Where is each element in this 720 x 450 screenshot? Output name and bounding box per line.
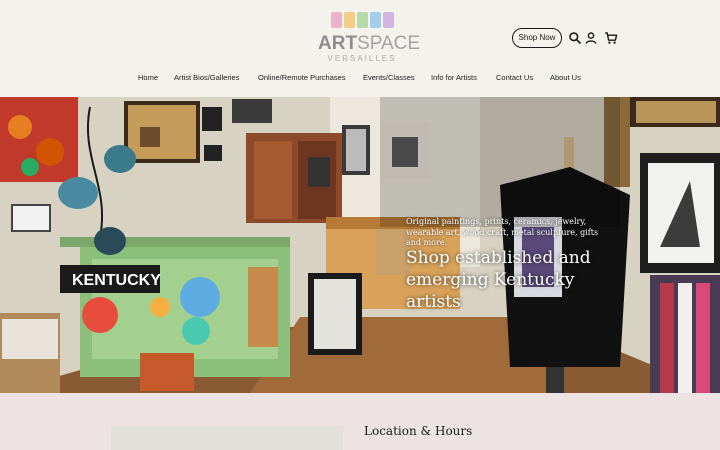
cart-icon[interactable] bbox=[604, 31, 618, 45]
main-navigation: Home Artist Bios/Galleries Online/Remote… bbox=[0, 73, 720, 87]
logo-block bbox=[356, 12, 368, 28]
hero-banner: KENTUCKY Original paintings, prints, cer… bbox=[0, 97, 720, 393]
site-header: ARTSPACE VERSAILLES Shop Now Home Artist… bbox=[0, 0, 720, 97]
nav-item-artist-bios[interactable]: Artist Bios/Galleries bbox=[174, 73, 239, 82]
hero-gallery-photo: KENTUCKY bbox=[0, 97, 720, 393]
nav-item-contact[interactable]: Contact Us bbox=[496, 73, 533, 82]
logo-subtitle: VERSAILLES bbox=[327, 54, 397, 63]
logo-block bbox=[369, 12, 381, 28]
logo-block bbox=[330, 12, 342, 28]
logo-color-blocks bbox=[318, 12, 406, 28]
nav-item-events[interactable]: Events/Classes bbox=[363, 73, 415, 82]
logo-word-bold: ART bbox=[318, 33, 358, 54]
nav-item-home[interactable]: Home bbox=[138, 73, 158, 82]
hero-subtitle: Original paintings, prints, ceramics, je… bbox=[406, 217, 599, 247]
search-icon[interactable] bbox=[568, 31, 582, 45]
logo-block bbox=[343, 12, 355, 28]
location-hours-title: Location & Hours bbox=[364, 424, 473, 438]
hero-title: Shop established and emerging Kentucky a… bbox=[406, 248, 591, 312]
account-icon[interactable] bbox=[584, 31, 598, 45]
logo-block bbox=[382, 12, 394, 28]
nav-item-about[interactable]: About Us bbox=[550, 73, 581, 82]
map-placeholder[interactable] bbox=[111, 426, 343, 450]
kentucky-sign-text: KENTUCKY bbox=[72, 272, 161, 289]
nav-item-info-for-artists[interactable]: Info for Artists bbox=[431, 73, 477, 82]
nav-item-online-purchases[interactable]: Online/Remote Purchases bbox=[258, 73, 346, 82]
location-section bbox=[0, 393, 720, 450]
site-logo[interactable]: ARTSPACE VERSAILLES bbox=[318, 12, 420, 66]
shop-now-button[interactable]: Shop Now bbox=[512, 28, 562, 48]
logo-wordmark: ARTSPACE bbox=[318, 33, 420, 54]
logo-word-light: SPACE bbox=[357, 33, 421, 54]
